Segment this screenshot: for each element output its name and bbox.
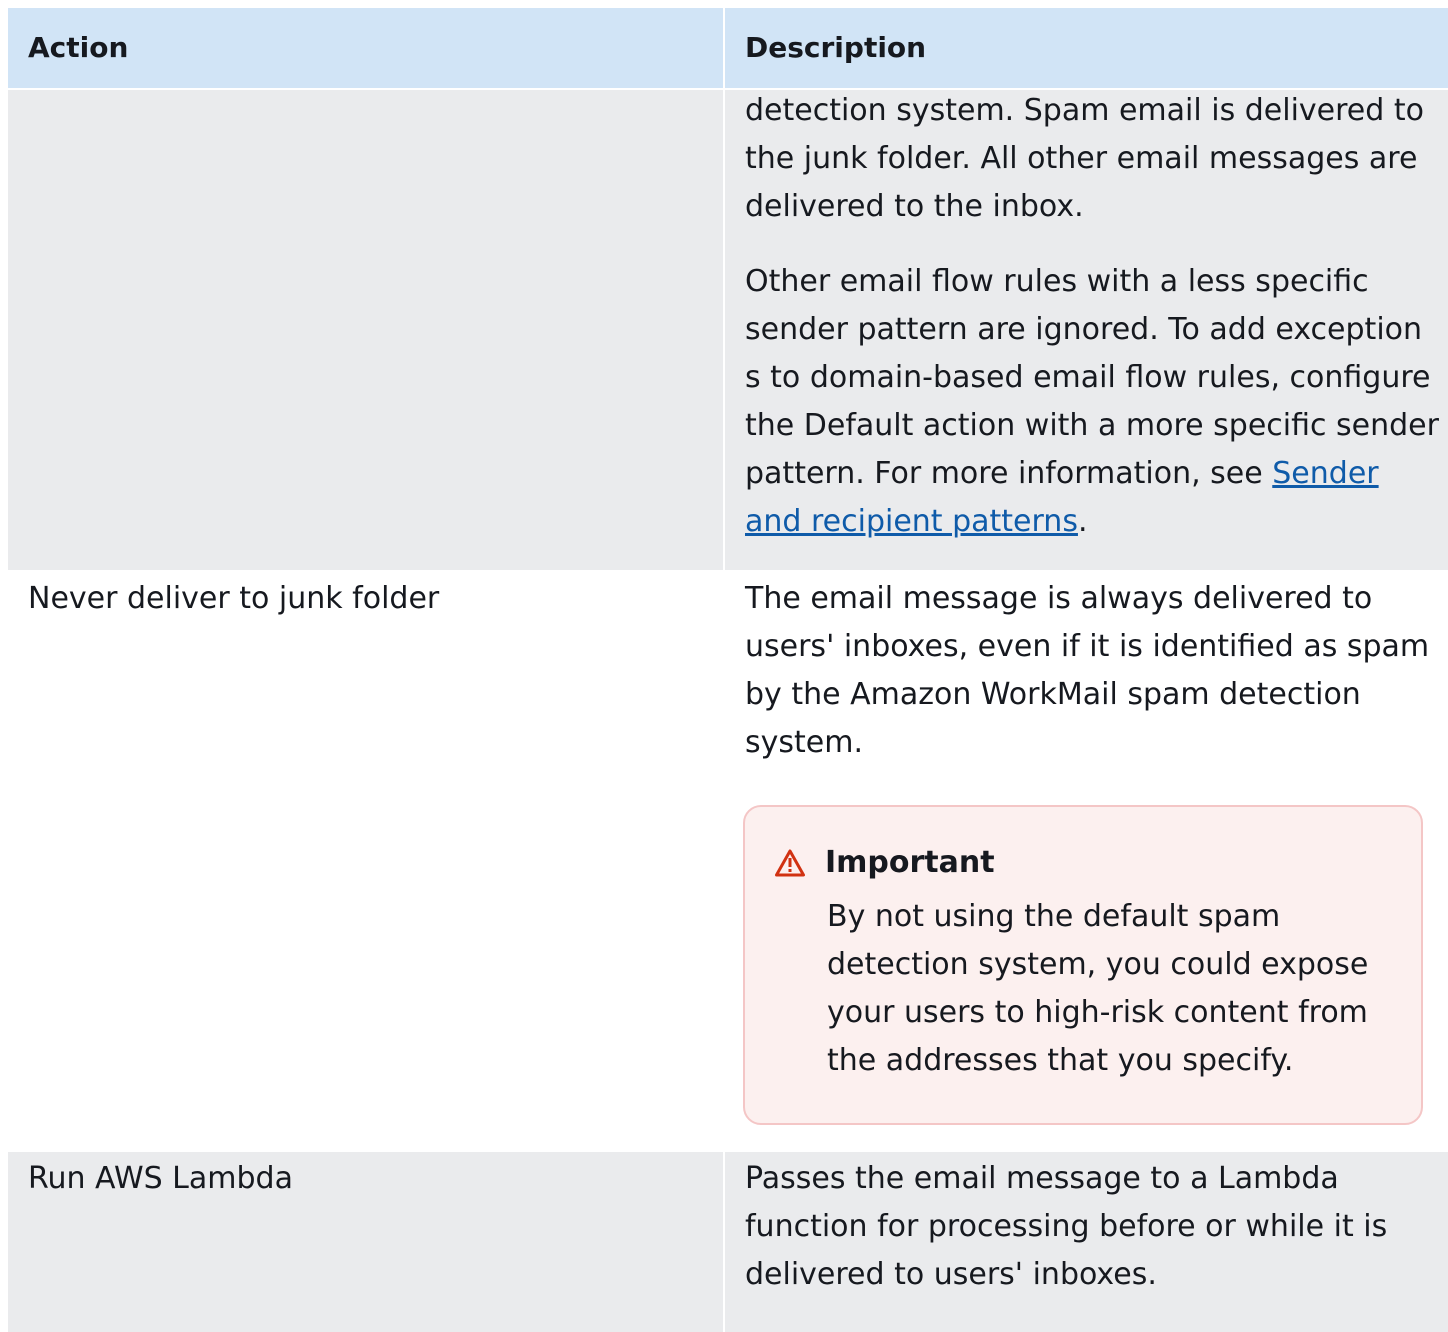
description-paragraph: The email message is always delivered to… bbox=[745, 581, 1430, 760]
table-row: Run AWS Lambda Passes the email message … bbox=[8, 1152, 1448, 1332]
description-paragraph: Other email flow rules with a less speci… bbox=[745, 258, 1444, 546]
warning-triangle-icon bbox=[775, 849, 805, 877]
description-cell: detection system. Spam email is delivere… bbox=[725, 90, 1448, 570]
action-label: Run AWS Lambda bbox=[28, 1161, 293, 1196]
description-paragraph: Passes the email message to a Lambda fun… bbox=[745, 1161, 1388, 1292]
action-cell: Run AWS Lambda bbox=[8, 1152, 725, 1332]
action-cell: Never deliver to junk folder bbox=[8, 572, 725, 1152]
email-flow-actions-table: Action Description detection system. Spa… bbox=[8, 8, 1448, 1332]
callout-body: By not using the default spam detection … bbox=[827, 899, 1369, 1078]
column-header-description: Description bbox=[745, 31, 927, 64]
trailing-punctuation: . bbox=[1077, 504, 1088, 539]
column-header-action: Action bbox=[8, 8, 725, 88]
callout-title: Important bbox=[825, 845, 995, 880]
description-paragraph: detection system. Spam email is delivere… bbox=[745, 93, 1424, 224]
description-cell: Passes the email message to a Lambda fun… bbox=[725, 1152, 1448, 1332]
important-callout: Important By not using the default spam … bbox=[743, 805, 1423, 1125]
action-label: Never deliver to junk folder bbox=[28, 581, 440, 616]
table-row: Never deliver to junk folder The email m… bbox=[8, 572, 1448, 1152]
table-header-row: Action Description bbox=[8, 8, 1448, 90]
description-cell: The email message is always delivered to… bbox=[725, 572, 1448, 1152]
action-cell bbox=[8, 90, 725, 570]
callout-header: Important bbox=[775, 839, 1391, 887]
table-row: detection system. Spam email is delivere… bbox=[8, 90, 1448, 572]
